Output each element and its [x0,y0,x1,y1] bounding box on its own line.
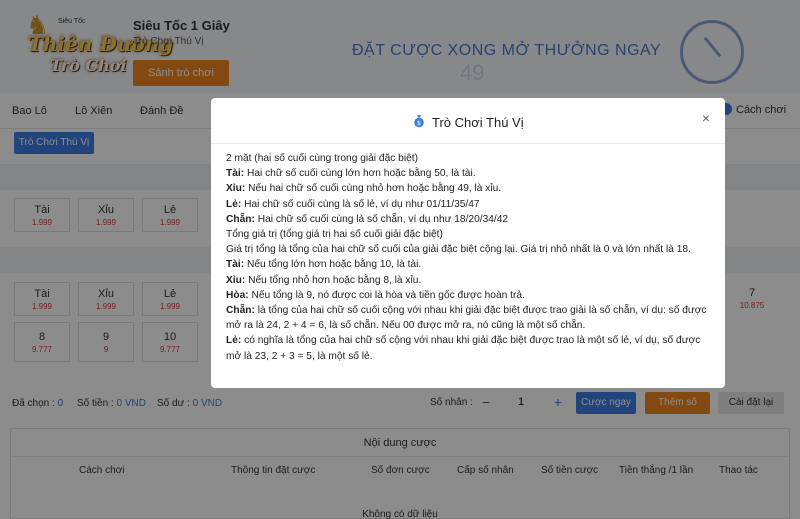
rule-text: 2 mặt (hai số cuối cùng trong giải đặc b… [226,153,418,164]
rule-line: Lẻ: có nghĩa là tổng của hai chữ số cộng… [226,333,714,363]
rule-line: Tài: Hai chữ số cuối cùng lớn hơn hoặc b… [226,166,714,181]
rule-line: Tổng giá trị (tổng giá trị hai số cuối g… [226,227,714,242]
rule-term: Tài: [226,168,245,180]
modal-header: $ Trò Chơi Thú Vị × [211,98,725,144]
rule-term: Xỉu: [226,183,246,195]
rule-line: Giá trị tổng là tổng của hai chữ số cuối… [226,242,714,257]
svg-text:$: $ [417,119,421,127]
money-bag-icon: $ [414,115,424,128]
rule-text: có nghĩa là tổng của hai chữ số cộng với… [226,335,701,362]
rule-term: Lẻ: [226,335,242,347]
rule-text: Hai chữ số cuối cùng là số lẻ, ví dụ như… [241,198,480,210]
rule-text: là tổng của hai chữ số cuối cộng với nha… [226,305,707,332]
rule-text: Nếu tổng nhỏ hơn hoặc bằng 8, là xỉu. [245,274,422,286]
modal-body: 2 mặt (hai số cuối cùng trong giải đặc b… [226,151,714,364]
rule-text: Giá trị tổng là tổng của hai chữ số cuối… [226,244,691,256]
rule-line: Chẵn: là tổng của hai chữ số cuối cộng v… [226,303,714,333]
rule-line: Xỉu: Nếu hai chữ số cuối cùng nhỏ hơn ho… [226,181,714,196]
rule-text: Nếu tổng là 9, nó được coi là hòa và tiề… [248,289,525,301]
rule-text: Nếu hai chữ số cuối cùng nhỏ hơn hoặc bằ… [245,183,502,195]
rule-text: Hai chữ số cuối cùng lớn hơn hoặc bằng 5… [244,168,476,180]
rule-line: Chẵn: Hai chữ số cuối cùng là số chẵn, v… [226,212,714,227]
rule-term: Lẻ: [226,198,242,210]
rule-term: Tài: [226,259,245,271]
rule-line: Xỉu: Nếu tổng nhỏ hơn hoặc bằng 8, là xỉ… [226,273,714,288]
rule-line: 2 mặt (hai số cuối cùng trong giải đặc b… [226,151,714,166]
rule-term: Xỉu: [226,274,246,286]
rule-term: Chẵn: [226,213,255,225]
rule-text: Tổng giá trị (tổng giá trị hai số cuối g… [226,229,443,241]
rule-line: Hòa: Nếu tổng là 9, nó được coi là hòa v… [226,288,714,303]
rule-line: Tài: Nếu tổng lớn hơn hoặc bằng 10, là t… [226,257,714,272]
close-icon[interactable]: × [698,110,714,126]
modal-title: Trò Chơi Thú Vị [432,115,524,130]
rule-term: Chẵn: [226,305,255,317]
rule-term: Hòa: [226,289,249,301]
rule-text: Hai chữ số cuối cùng là số chẵn, ví dụ n… [254,213,509,225]
rules-modal: $ Trò Chơi Thú Vị × 2 mặt (hai số cuối c… [211,98,725,388]
rule-line: Lẻ: Hai chữ số cuối cùng là số lẻ, ví dụ… [226,197,714,212]
rule-text: Nếu tổng lớn hơn hoặc bằng 10, là tài. [244,259,422,271]
